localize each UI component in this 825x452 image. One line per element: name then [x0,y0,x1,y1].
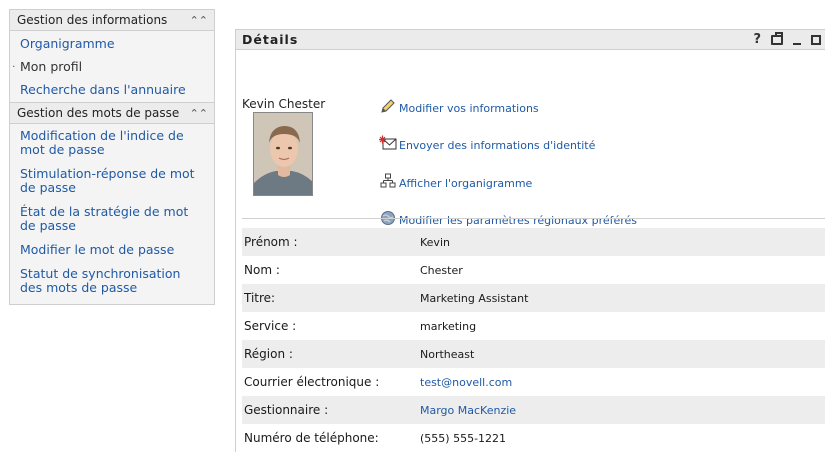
details-portlet: Détails ? Kevin Chester Modifier vos inf… [235,29,825,452]
send-identity-link[interactable]: Envoyer des informations d'identité [379,115,637,152]
left-navigation: Gestion des informations ⌃⌃ Organigramme… [9,9,215,305]
nav-group-header-information[interactable]: Gestion des informations ⌃⌃ [10,9,214,31]
action-label: Modifier les paramètres régionaux préfér… [399,214,638,227]
action-label: Afficher l'organigramme [399,176,533,190]
regional-settings-link[interactable]: Modifier les paramètres régionaux préfér… [379,190,638,227]
envelope-icon [379,134,397,152]
field-label: Gestionnaire : [244,403,329,417]
field-value: Kevin [420,235,450,249]
profile-details-table: Prénom : Kevin Nom : Chester Titre: Mark… [242,228,825,452]
manager-link[interactable]: Margo MacKenzie [420,404,516,417]
nav-item-change-password[interactable]: Modifier le mot de passe [10,238,214,262]
profile-card: Kevin Chester [242,97,326,196]
field-label: Région : [244,347,293,361]
nav-item-password-sync-status[interactable]: Statut de synchronisation des mots de pa… [10,262,214,300]
table-row: Titre: Marketing Assistant [242,284,825,312]
portlet-toolbar: ? [753,31,825,47]
field-value: Marketing Assistant [420,291,529,305]
field-label: Courrier électronique : [244,375,380,389]
nav-group-body-passwords: Modification de l'indice de mot de passe… [10,124,214,304]
field-value: marketing [420,319,477,333]
minimize-icon[interactable] [793,42,801,45]
portlet-title: Détails [242,32,299,47]
section-divider [242,218,825,219]
field-value: Northeast [420,347,475,361]
table-row: Nom : Chester [242,256,825,284]
table-row: Courrier électronique : test@novell.com [242,368,825,396]
nav-item-label: Mon profil [20,59,83,74]
field-label: Numéro de téléphone: [244,431,379,445]
field-label: Service : [244,319,297,333]
nav-group-header-passwords[interactable]: Gestion des mots de passe ⌃⌃ [10,102,214,124]
email-link[interactable]: test@novell.com [420,376,512,389]
table-row: Service : marketing [242,312,825,340]
profile-name: Kevin Chester [242,97,326,111]
table-row: Numéro de téléphone: (555) 555-1221 [242,424,825,452]
table-row: Région : Northeast [242,340,825,368]
org-chart-icon [379,172,397,190]
table-row: Prénom : Kevin [242,228,825,256]
user-photo-image [254,113,312,195]
portlet-header: Détails ? [236,29,825,50]
double-chevron-up-icon[interactable]: ⌃⌃ [190,107,208,120]
nav-group-title: Gestion des informations [17,13,168,27]
double-chevron-up-icon[interactable]: ⌃⌃ [190,14,208,27]
nav-group-body-information: Organigramme · Mon profil Recherche dans … [10,31,214,102]
table-row: Gestionnaire : Margo MacKenzie [242,396,825,424]
maximize-icon[interactable] [811,34,821,45]
field-value: (555) 555-1221 [420,431,507,445]
help-icon[interactable]: ? [753,32,761,47]
field-label: Nom : [244,263,280,277]
user-photo [253,112,313,196]
field-value: Chester [420,263,463,277]
nav-group-title: Gestion des mots de passe [17,106,180,120]
profile-actions: Modifier vos informations Envoyer des in… [379,77,637,227]
nav-item-organigramme[interactable]: Organigramme [10,31,214,56]
nav-item-password-policy-status[interactable]: État de la stratégie de mot de passe [10,200,214,238]
bullet-icon: · [12,60,16,73]
nav-item-mon-profil[interactable]: · Mon profil [10,56,214,79]
nav-item-challenge-response[interactable]: Stimulation-réponse de mot de passe [10,162,214,200]
edit-info-link[interactable]: Modifier vos informations [379,77,637,115]
pencil-icon [379,97,397,115]
nav-item-password-hint[interactable]: Modification de l'indice de mot de passe [10,124,214,162]
field-label: Titre: [244,291,276,305]
nav-item-recherche-annuaire[interactable]: Recherche dans l'annuaire [10,79,214,102]
field-label: Prénom : [244,235,298,249]
action-label: Envoyer des informations d'identité [399,139,596,152]
action-label: Modifier vos informations [399,101,539,115]
show-org-chart-link[interactable]: Afficher l'organigramme [379,152,637,190]
print-icon[interactable] [771,31,783,45]
